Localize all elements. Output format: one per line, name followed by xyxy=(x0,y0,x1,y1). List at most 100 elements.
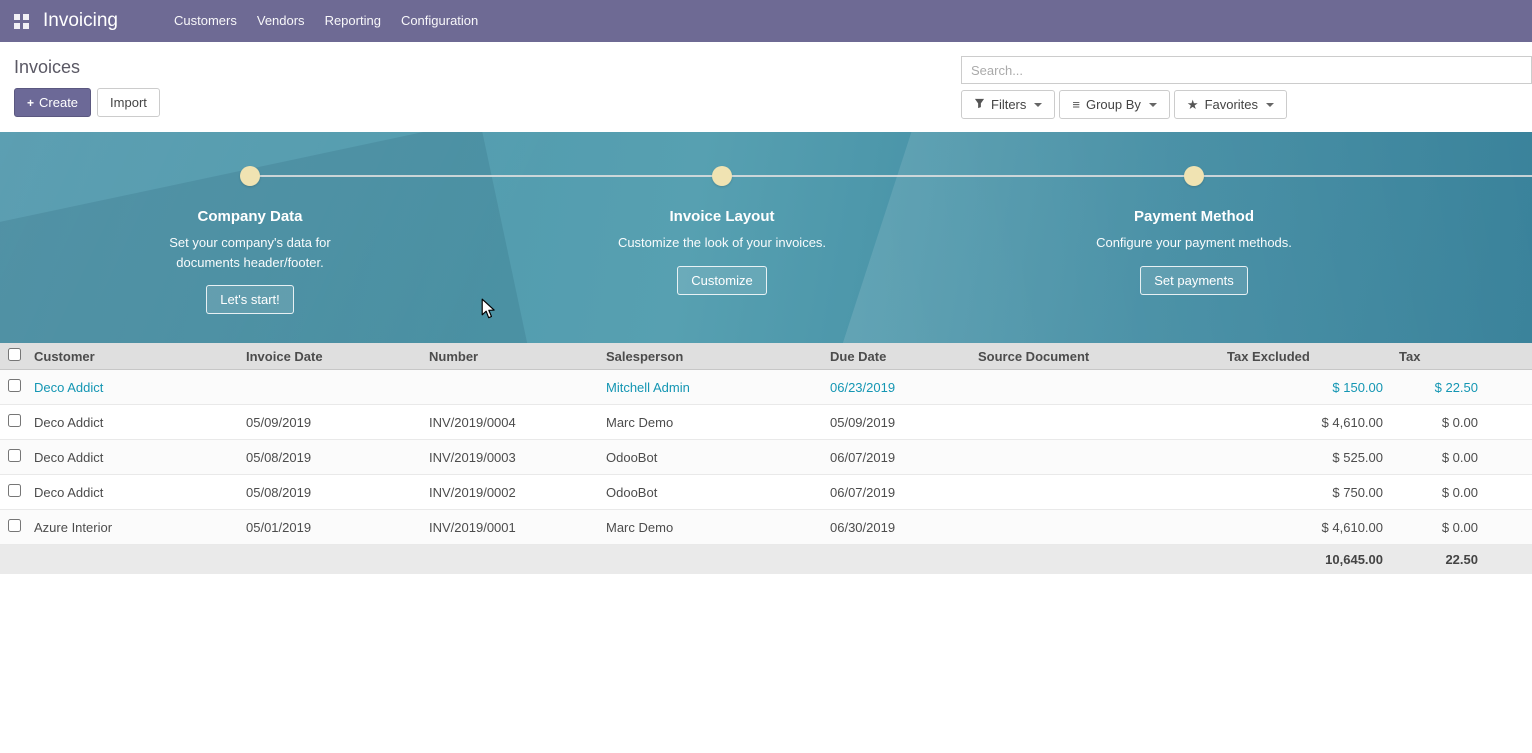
invoice-list-table: Customer Invoice Date Number Salesperson… xyxy=(0,343,1532,574)
cell-due-date: 06/23/2019 xyxy=(822,370,970,405)
import-button[interactable]: Import xyxy=(97,88,160,117)
cell-tax: $ 0.00 xyxy=(1391,405,1532,440)
cell-source-document xyxy=(970,370,1219,405)
column-header-due-date[interactable]: Due Date xyxy=(822,343,970,370)
create-button[interactable]: +Create xyxy=(14,88,91,117)
group-by-button-label: Group By xyxy=(1086,97,1141,112)
plus-icon: + xyxy=(27,96,34,110)
cell-source-document xyxy=(970,510,1219,545)
column-header-salesperson[interactable]: Salesperson xyxy=(598,343,822,370)
menu-item-vendors[interactable]: Vendors xyxy=(247,0,315,42)
list-lines-icon: ≡ xyxy=(1072,98,1080,111)
cell-customer: Deco Addict xyxy=(26,370,238,405)
cell-invoice-date: 05/08/2019 xyxy=(238,440,421,475)
column-header-tax-excluded[interactable]: Tax Excluded xyxy=(1219,343,1391,370)
step-description: Customize the look of your invoices. xyxy=(617,233,827,253)
customize-button[interactable]: Customize xyxy=(677,266,766,295)
table-row[interactable]: Deco Addict Mitchell Admin 06/23/2019 $ … xyxy=(0,370,1532,405)
onboarding-banner: Company Data Set your company's data for… xyxy=(0,132,1532,343)
row-checkbox[interactable] xyxy=(8,379,21,392)
onboarding-step-company-data: Company Data Set your company's data for… xyxy=(110,166,390,314)
cell-customer: Azure Interior xyxy=(26,510,238,545)
menu-item-configuration[interactable]: Configuration xyxy=(391,0,488,42)
chevron-down-icon xyxy=(1266,103,1274,107)
onboarding-progress-line xyxy=(250,175,1532,177)
row-checkbox[interactable] xyxy=(8,519,21,532)
cell-invoice-date xyxy=(238,370,421,405)
cell-source-document xyxy=(970,475,1219,510)
cell-salesperson: OdooBot xyxy=(598,440,822,475)
select-all-checkbox[interactable] xyxy=(8,348,21,361)
column-header-number[interactable]: Number xyxy=(421,343,598,370)
column-header-tax[interactable]: Tax xyxy=(1391,343,1532,370)
cell-due-date: 06/30/2019 xyxy=(822,510,970,545)
table-row[interactable]: Deco Addict 05/09/2019 INV/2019/0004 Mar… xyxy=(0,405,1532,440)
total-tax: 22.50 xyxy=(1391,545,1532,575)
cell-number: INV/2019/0003 xyxy=(421,440,598,475)
table-header-row: Customer Invoice Date Number Salesperson… xyxy=(0,343,1532,370)
app-title[interactable]: Invoicing xyxy=(43,10,118,32)
cell-source-document xyxy=(970,405,1219,440)
cell-customer: Deco Addict xyxy=(26,405,238,440)
cell-number: INV/2019/0001 xyxy=(421,510,598,545)
cell-invoice-date: 05/09/2019 xyxy=(238,405,421,440)
table-row[interactable]: Deco Addict 05/08/2019 INV/2019/0002 Odo… xyxy=(0,475,1532,510)
step-dot-icon xyxy=(240,166,260,186)
total-tax-excluded: 10,645.00 xyxy=(1219,545,1391,575)
column-header-customer[interactable]: Customer xyxy=(26,343,238,370)
group-by-button[interactable]: ≡ Group By xyxy=(1059,90,1170,119)
filter-funnel-icon xyxy=(974,98,985,111)
cell-tax-excluded: $ 525.00 xyxy=(1219,440,1391,475)
cell-number: INV/2019/0004 xyxy=(421,405,598,440)
page-title: Invoices xyxy=(14,56,160,78)
menu-item-customers[interactable]: Customers xyxy=(164,0,247,42)
step-title: Company Data xyxy=(110,208,390,225)
navbar-menu: Customers Vendors Reporting Configuratio… xyxy=(164,0,488,42)
set-payments-button[interactable]: Set payments xyxy=(1140,266,1248,295)
step-description: Set your company's data for documents he… xyxy=(145,233,355,272)
cell-tax: $ 22.50 xyxy=(1391,370,1532,405)
menu-item-reporting[interactable]: Reporting xyxy=(315,0,391,42)
row-checkbox[interactable] xyxy=(8,414,21,427)
cell-tax: $ 0.00 xyxy=(1391,475,1532,510)
cell-tax: $ 0.00 xyxy=(1391,510,1532,545)
column-header-source-document[interactable]: Source Document xyxy=(970,343,1219,370)
table-totals-row: 10,645.00 22.50 xyxy=(0,545,1532,575)
table-row[interactable]: Azure Interior 05/01/2019 INV/2019/0001 … xyxy=(0,510,1532,545)
cell-tax-excluded: $ 750.00 xyxy=(1219,475,1391,510)
column-header-invoice-date[interactable]: Invoice Date xyxy=(238,343,421,370)
table-row[interactable]: Deco Addict 05/08/2019 INV/2019/0003 Odo… xyxy=(0,440,1532,475)
cell-tax: $ 0.00 xyxy=(1391,440,1532,475)
cell-number: INV/2019/0002 xyxy=(421,475,598,510)
step-title: Payment Method xyxy=(1054,208,1334,225)
search-options: Filters ≡ Group By ★ Favorites xyxy=(961,90,1532,119)
chevron-down-icon xyxy=(1149,103,1157,107)
step-title: Invoice Layout xyxy=(582,208,862,225)
favorites-button-label: Favorites xyxy=(1205,97,1258,112)
cell-tax-excluded: $ 4,610.00 xyxy=(1219,510,1391,545)
cell-salesperson: Mitchell Admin xyxy=(598,370,822,405)
cell-tax-excluded: $ 4,610.00 xyxy=(1219,405,1391,440)
onboarding-step-invoice-layout: Invoice Layout Customize the look of you… xyxy=(582,166,862,295)
cell-salesperson: Marc Demo xyxy=(598,405,822,440)
step-dot-icon xyxy=(712,166,732,186)
search-input[interactable] xyxy=(961,56,1532,84)
star-icon: ★ xyxy=(1187,98,1199,111)
filters-button-label: Filters xyxy=(991,97,1026,112)
cell-tax-excluded: $ 150.00 xyxy=(1219,370,1391,405)
cell-due-date: 06/07/2019 xyxy=(822,440,970,475)
cell-number xyxy=(421,370,598,405)
filters-button[interactable]: Filters xyxy=(961,90,1055,119)
chevron-down-icon xyxy=(1034,103,1042,107)
cell-customer: Deco Addict xyxy=(26,475,238,510)
cell-salesperson: OdooBot xyxy=(598,475,822,510)
favorites-button[interactable]: ★ Favorites xyxy=(1174,90,1287,119)
lets-start-button[interactable]: Let's start! xyxy=(206,285,294,314)
row-checkbox[interactable] xyxy=(8,484,21,497)
apps-grid-icon[interactable] xyxy=(14,14,29,29)
row-checkbox[interactable] xyxy=(8,449,21,462)
cell-customer: Deco Addict xyxy=(26,440,238,475)
cell-due-date: 06/07/2019 xyxy=(822,475,970,510)
cell-invoice-date: 05/08/2019 xyxy=(238,475,421,510)
step-dot-icon xyxy=(1184,166,1204,186)
